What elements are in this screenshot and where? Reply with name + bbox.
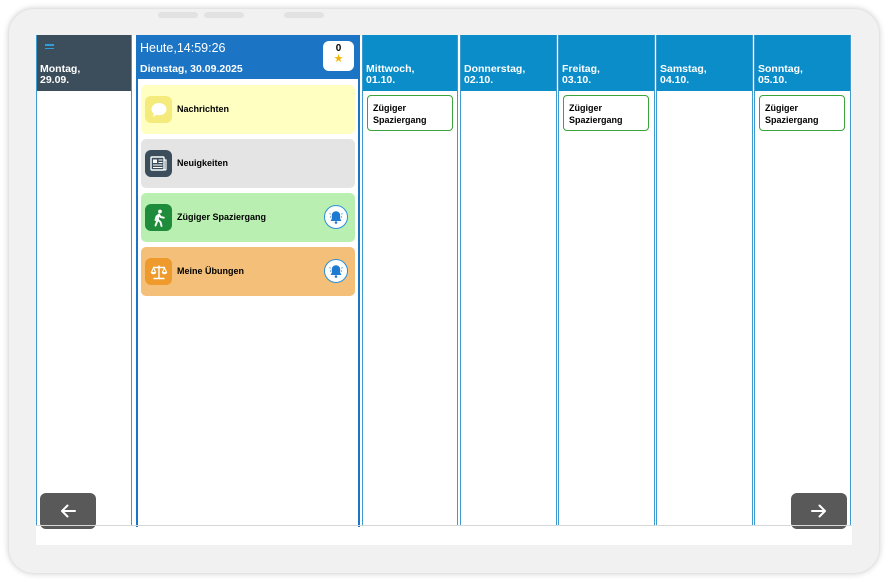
walking-person-icon xyxy=(145,204,172,231)
activity-card-uebungen[interactable]: Meine Übungen xyxy=(141,247,355,296)
day-column-monday: Montag, 29.09. xyxy=(36,35,132,525)
arrow-right-icon xyxy=(811,504,826,518)
task-title: Zügiger xyxy=(373,103,406,113)
activity-card-nachrichten[interactable]: Nachrichten xyxy=(141,85,355,134)
day-header: Sonntag, 05.10. xyxy=(755,35,850,91)
day-date: 01.10. xyxy=(366,74,396,86)
task-title: Spaziergang xyxy=(765,115,819,125)
week-calendar: Montag, 29.09. Heute,14:59:26 Dienstag, … xyxy=(36,35,852,545)
frame-notch xyxy=(284,12,324,18)
activity-label: Zügiger Spaziergang xyxy=(177,212,267,222)
activity-label: Neuigkeiten xyxy=(177,158,229,168)
day-header: Freitag, 03.10. xyxy=(559,35,654,91)
activity-card-spaziergang[interactable]: Zügiger Spaziergang xyxy=(141,193,355,242)
scales-icon xyxy=(145,258,172,285)
bell-icon[interactable] xyxy=(324,205,348,229)
day-column-saturday: Samstag, 04.10. xyxy=(656,35,753,525)
today-header: Heute,14:59:26 Dienstag, 30.09.2025 0 ★ xyxy=(138,35,358,79)
chat-bubble-icon xyxy=(145,96,172,123)
activity-label: Meine Übungen xyxy=(177,266,244,276)
previous-week-button[interactable] xyxy=(40,493,96,529)
day-header: Samstag, 04.10. xyxy=(657,35,752,91)
next-week-button[interactable] xyxy=(791,493,847,529)
frame-notch xyxy=(204,12,244,18)
menu-icon[interactable] xyxy=(45,44,54,51)
day-date: 03.10. xyxy=(562,74,592,86)
task-title: Zügiger xyxy=(569,103,602,113)
day-date: 05.10. xyxy=(758,74,788,86)
task-title: Spaziergang xyxy=(569,115,623,125)
arrow-left-icon xyxy=(61,504,76,518)
task-card[interactable]: Zügiger Spaziergang xyxy=(759,95,845,131)
day-column-sunday: Sonntag, 05.10. Zügiger Spaziergang xyxy=(754,35,851,525)
activity-label: Nachrichten xyxy=(177,104,230,114)
activity-card-neuigkeiten[interactable]: Neuigkeiten xyxy=(141,139,355,188)
task-card[interactable]: Zügiger Spaziergang xyxy=(563,95,649,131)
star-icon: ★ xyxy=(333,53,344,65)
newspaper-icon xyxy=(145,150,172,177)
day-column-thursday: Donnerstag, 02.10. xyxy=(460,35,557,525)
today-column: Heute,14:59:26 Dienstag, 30.09.2025 0 ★ … xyxy=(136,35,360,527)
score-badge[interactable]: 0 ★ xyxy=(323,41,354,71)
day-header: Montag, 29.09. xyxy=(37,35,131,91)
frame-notch xyxy=(158,12,198,18)
day-header: Donnerstag, 02.10. xyxy=(461,35,556,91)
current-time: Heute,14:59:26 xyxy=(140,41,226,55)
day-date: 29.09. xyxy=(40,74,70,86)
task-card[interactable]: Zügiger Spaziergang xyxy=(367,95,453,131)
task-title: Spaziergang xyxy=(373,115,427,125)
bell-icon[interactable] xyxy=(324,259,348,283)
day-column-friday: Freitag, 03.10. Zügiger Spaziergang xyxy=(558,35,655,525)
task-title: Zügiger xyxy=(765,103,798,113)
screen-bottom-divider xyxy=(36,525,852,526)
day-column-wednesday: Mittwoch, 01.10. Zügiger Spaziergang xyxy=(362,35,458,525)
day-header: Mittwoch, 01.10. xyxy=(363,35,457,91)
day-date: 02.10. xyxy=(464,74,494,86)
current-date: Dienstag, 30.09.2025 xyxy=(140,63,243,75)
day-date: 04.10. xyxy=(660,74,690,86)
